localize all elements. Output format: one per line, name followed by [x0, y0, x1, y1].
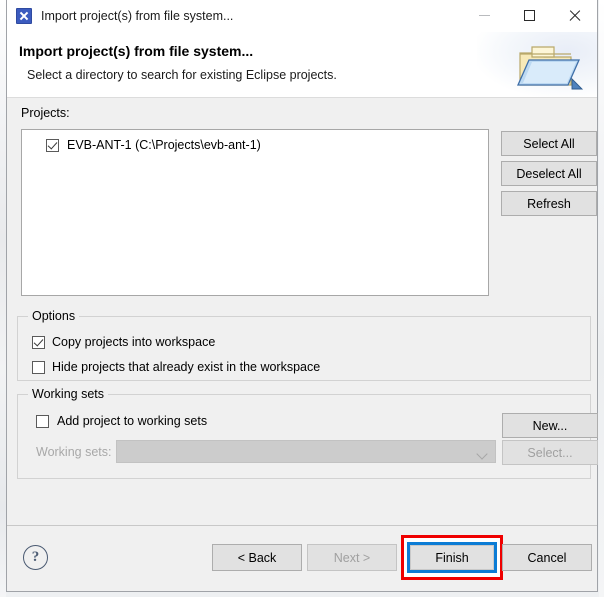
project-list-item[interactable]: EVB-ANT-1 (C:\Projects\evb-ant-1) — [22, 135, 488, 155]
open-folder-import-icon — [517, 46, 584, 90]
working-sets-group: Working sets Add project to working sets… — [17, 387, 598, 479]
close-icon — [568, 9, 581, 22]
page-description: Select a directory to search for existin… — [27, 68, 337, 82]
hide-existing-option[interactable]: Hide projects that already exist in the … — [32, 360, 320, 374]
add-to-working-sets-option[interactable]: Add project to working sets — [36, 414, 207, 428]
project-checkbox[interactable] — [46, 138, 59, 152]
maximize-button[interactable] — [507, 0, 552, 31]
minimize-icon — [479, 15, 490, 16]
page-title: Import project(s) from file system... — [19, 43, 254, 59]
background-strip-right — [599, 0, 604, 597]
next-button: Next > — [307, 544, 397, 571]
window-controls — [462, 0, 597, 31]
options-group: Options Copy projects into workspace Hid… — [17, 309, 591, 381]
copy-projects-label: Copy projects into workspace — [52, 335, 216, 349]
import-projects-dialog: Import project(s) from file system... Im… — [6, 0, 598, 592]
options-group-title: Options — [28, 309, 80, 323]
finish-button[interactable]: Finish — [410, 545, 494, 570]
new-working-set-button[interactable]: New... — [502, 413, 598, 438]
copy-projects-checkbox[interactable] — [32, 335, 45, 349]
back-button[interactable]: < Back — [212, 544, 302, 571]
hide-existing-checkbox[interactable] — [32, 360, 45, 374]
projects-label: Projects: — [21, 106, 70, 120]
deselect-all-button[interactable]: Deselect All — [501, 161, 597, 186]
select-all-button[interactable]: Select All — [501, 131, 597, 156]
working-sets-combo-label: Working sets: — [36, 445, 112, 459]
working-sets-group-title: Working sets — [28, 387, 109, 401]
dialog-content: Projects: EVB-ANT-1 (C:\Projects\evb-ant… — [7, 98, 598, 525]
project-name-label: EVB-ANT-1 (C:\Projects\evb-ant-1) — [67, 138, 261, 152]
help-icon[interactable]: ? — [23, 545, 48, 570]
finish-button-focus-ring: Finish — [407, 542, 497, 573]
eclipse-wizard-icon — [16, 7, 32, 24]
refresh-button[interactable]: Refresh — [501, 191, 597, 216]
title-bar: Import project(s) from file system... — [7, 0, 597, 32]
maximize-icon — [524, 10, 535, 21]
wizard-banner: Import project(s) from file system... Se… — [7, 32, 597, 98]
finish-button-highlight: Finish — [401, 535, 503, 580]
projects-list[interactable]: EVB-ANT-1 (C:\Projects\evb-ant-1) — [21, 129, 489, 296]
chevron-down-icon — [476, 448, 488, 460]
dialog-button-bar: ? < Back Next > Finish Cancel — [7, 525, 597, 591]
hide-existing-label: Hide projects that already exist in the … — [52, 360, 321, 374]
window-title: Import project(s) from file system... — [41, 8, 234, 23]
copy-projects-option[interactable]: Copy projects into workspace — [32, 335, 215, 349]
add-to-working-sets-label: Add project to working sets — [57, 414, 208, 428]
select-working-set-button: Select... — [502, 440, 598, 465]
cancel-button[interactable]: Cancel — [502, 544, 592, 571]
minimize-button[interactable] — [462, 0, 507, 31]
working-sets-combo — [116, 440, 496, 463]
close-button[interactable] — [552, 0, 597, 31]
add-to-working-sets-checkbox[interactable] — [36, 414, 49, 428]
